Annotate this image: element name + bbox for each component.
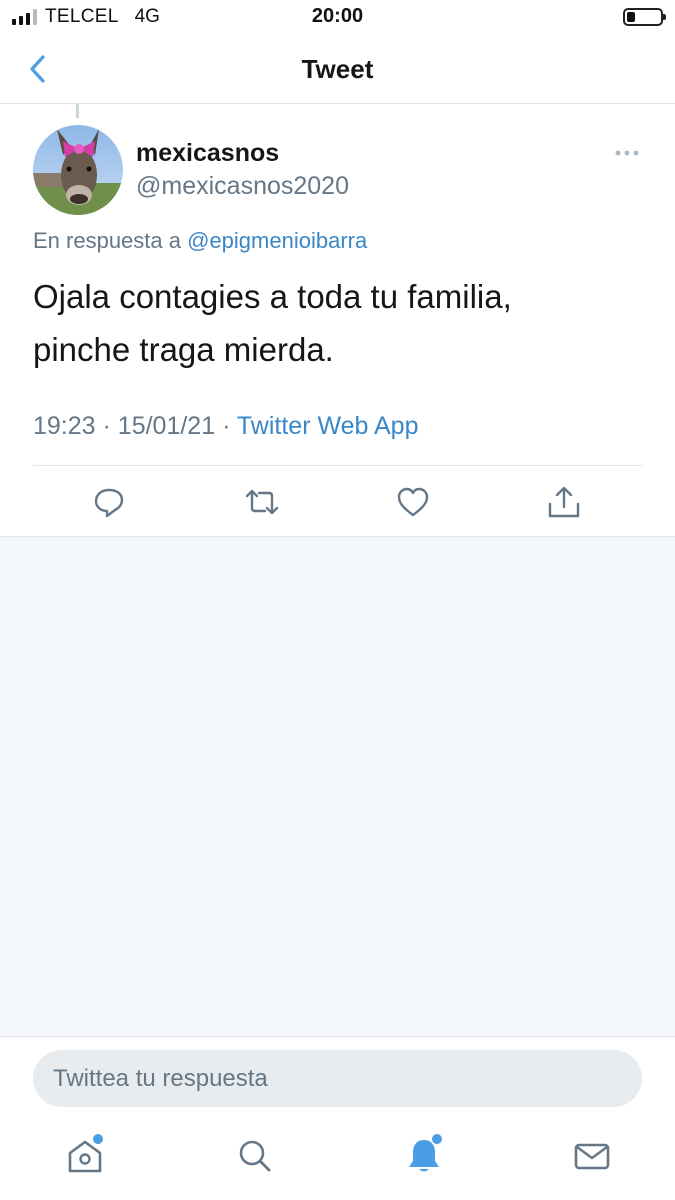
reply-mention-link[interactable]: @epigmenioibarra (187, 228, 367, 253)
tab-notifications[interactable] (404, 1134, 444, 1176)
home-notification-dot (93, 1134, 103, 1144)
ellipsis-icon (615, 150, 639, 156)
tweet-actions (0, 466, 675, 536)
tab-bar (0, 1118, 675, 1200)
tweet-date: 15/01/21 (117, 412, 216, 440)
reply-icon (94, 488, 124, 518)
reply-prefix: En respuesta a (33, 228, 181, 253)
share-button[interactable] (546, 484, 582, 520)
nav-header: Tweet (0, 34, 675, 104)
more-options-button[interactable] (615, 145, 639, 161)
divider (0, 1036, 675, 1037)
user-handle[interactable]: @mexicasnos2020 (136, 172, 349, 201)
reply-composer[interactable] (33, 1050, 642, 1107)
tweet-time: 19:23 (33, 412, 96, 440)
donkey-avatar-image (33, 125, 123, 215)
thread-connector (76, 104, 79, 118)
tab-search[interactable] (235, 1136, 275, 1176)
search-icon (239, 1140, 271, 1172)
tab-home[interactable] (65, 1134, 105, 1176)
avatar[interactable] (33, 125, 123, 215)
battery-icon (623, 8, 666, 26)
tweet-text-line: Ojala contagies a toda tu familia, (33, 278, 512, 315)
like-button[interactable] (395, 484, 431, 520)
tweet-source-link[interactable]: Twitter Web App (237, 412, 419, 440)
tweet-text: Ojala contagies a toda tu familia, pinch… (33, 270, 643, 376)
reply-input[interactable] (33, 1050, 642, 1107)
like-icon (397, 487, 429, 517)
tweet-meta: 19:23 · 15/01/21 · Twitter Web App (33, 412, 418, 441)
reply-context: En respuesta a @epigmenioibarra (33, 228, 367, 254)
status-clock: 20:00 (311, 5, 364, 27)
retweet-icon (245, 489, 279, 515)
page-title: Tweet (301, 54, 374, 84)
meta-separator: · (222, 412, 231, 440)
display-name[interactable]: mexicasnos (136, 139, 279, 168)
notifications-dot (432, 1134, 442, 1144)
status-bar: TELCEL 4G 20:00 (0, 0, 675, 34)
tab-messages[interactable] (572, 1136, 612, 1176)
empty-replies-area (0, 537, 675, 1036)
meta-separator: · (102, 412, 111, 440)
share-icon (548, 486, 580, 518)
reply-button[interactable] (91, 484, 127, 520)
messages-icon (574, 1143, 610, 1170)
tweet-text-line: pinche traga mierda. (33, 331, 334, 368)
retweet-button[interactable] (244, 484, 280, 520)
